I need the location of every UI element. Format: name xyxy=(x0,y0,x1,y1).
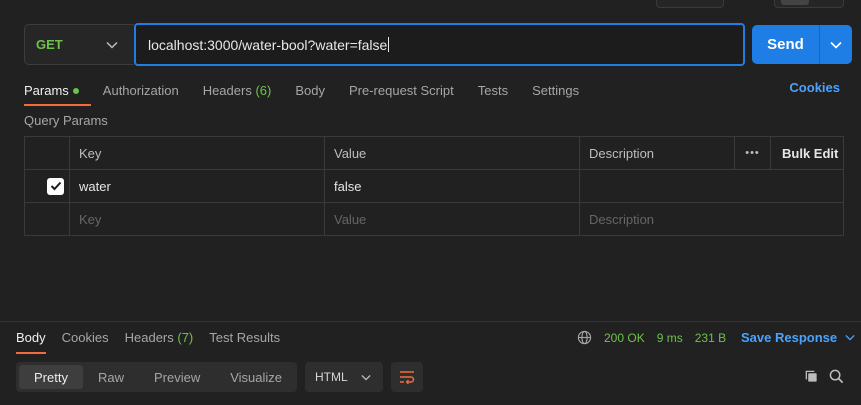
params-table-header: Key Value Description ••• Bulk Edit xyxy=(25,137,843,170)
response-divider[interactable] xyxy=(0,321,861,322)
url-text: localhost:3000/water-bool?water=false xyxy=(148,36,388,53)
tab-params-label: Params xyxy=(24,82,69,98)
new-param-description-input[interactable]: Description xyxy=(580,203,843,235)
response-tab-body[interactable]: Body xyxy=(16,330,46,354)
method-label: GET xyxy=(36,37,63,52)
tab-headers[interactable]: Headers (6) xyxy=(203,83,272,98)
tab-headers-label: Headers xyxy=(202,82,252,98)
send-dropdown-button[interactable] xyxy=(820,41,852,49)
response-tab-cookies-label: Cookies xyxy=(61,330,109,345)
checkmark-icon xyxy=(50,181,61,191)
chevron-down-icon xyxy=(106,41,118,49)
status-code[interactable]: 200 OK xyxy=(604,331,645,345)
value-column-header: Value xyxy=(325,137,580,169)
response-tab-body-label: Body xyxy=(16,330,46,345)
params-table: Key Value Description ••• Bulk Edit wate… xyxy=(24,136,844,236)
save-response-button[interactable]: Save Response xyxy=(741,330,855,345)
description-column-header: Description xyxy=(580,137,735,169)
new-param-checkbox-cell xyxy=(25,203,70,235)
format-label: HTML xyxy=(315,370,348,384)
response-tab-test-results[interactable]: Test Results xyxy=(209,330,280,345)
response-status-bar: 200 OK 9 ms 231 B xyxy=(577,330,738,345)
tab-pre-request-script[interactable]: Pre-request Script xyxy=(349,83,454,98)
new-param-key-input[interactable]: Key xyxy=(70,203,325,235)
top-toggle-partial[interactable] xyxy=(774,0,844,8)
text-caret xyxy=(388,37,390,52)
param-checkbox[interactable] xyxy=(47,177,64,195)
view-mode-selector: Pretty Raw Preview Visualize xyxy=(16,362,297,392)
param-description-input[interactable] xyxy=(580,170,843,202)
tab-tests-label: Tests xyxy=(477,82,509,98)
chevron-down-icon xyxy=(845,334,855,341)
search-icon[interactable] xyxy=(829,369,844,384)
wrap-lines-button[interactable] xyxy=(391,362,423,392)
response-time[interactable]: 9 ms xyxy=(657,331,683,345)
copy-icon[interactable] xyxy=(804,369,819,384)
chevron-down-icon xyxy=(361,374,371,381)
view-mode-raw[interactable]: Raw xyxy=(83,365,139,389)
format-select[interactable]: HTML xyxy=(305,362,383,392)
tab-pre-request-script-label: Pre-request Script xyxy=(348,82,454,98)
checkbox-column-header xyxy=(25,137,70,169)
more-options-icon[interactable]: ••• xyxy=(735,137,771,169)
method-select[interactable]: GET xyxy=(24,24,134,65)
new-param-value-input[interactable]: Value xyxy=(325,203,580,235)
tab-tests[interactable]: Tests xyxy=(478,83,508,98)
table-row-new: Key Value Description xyxy=(25,203,843,235)
chevron-down-icon xyxy=(830,41,842,49)
url-input[interactable]: localhost:3000/water-bool?water=false xyxy=(134,23,745,66)
headers-count: (6) xyxy=(255,82,272,98)
param-value-input[interactable]: false xyxy=(325,170,580,202)
view-mode-visualize[interactable]: Visualize xyxy=(215,365,297,389)
cookies-link[interactable]: Cookies xyxy=(789,80,840,95)
params-active-dot xyxy=(72,88,79,95)
globe-icon[interactable] xyxy=(577,330,592,345)
tab-settings[interactable]: Settings xyxy=(532,83,579,98)
save-response-label: Save Response xyxy=(741,330,838,345)
top-toolbar-button-partial[interactable] xyxy=(656,0,724,8)
tab-authorization[interactable]: Authorization xyxy=(103,83,179,98)
response-tab-cookies[interactable]: Cookies xyxy=(62,330,109,345)
view-mode-preview[interactable]: Preview xyxy=(139,365,215,389)
send-button[interactable]: Send xyxy=(752,36,819,53)
view-mode-pretty[interactable]: Pretty xyxy=(19,365,83,389)
tab-params[interactable]: Params xyxy=(24,82,91,106)
toggle-knob xyxy=(781,0,809,5)
tab-body[interactable]: Body xyxy=(295,83,325,98)
wrap-lines-icon xyxy=(400,371,415,384)
tab-authorization-label: Authorization xyxy=(102,82,179,98)
response-headers-count: (7) xyxy=(177,330,194,345)
request-tabs: Params Authorization Headers (6) Body Pr… xyxy=(24,80,603,106)
response-tab-test-results-label: Test Results xyxy=(209,330,281,345)
response-tab-headers-label: Headers xyxy=(124,330,174,345)
bulk-edit-button[interactable]: Bulk Edit xyxy=(771,137,843,169)
query-params-label: Query Params xyxy=(24,113,108,128)
response-size[interactable]: 231 B xyxy=(695,331,726,345)
table-row: water false xyxy=(25,170,843,203)
tab-settings-label: Settings xyxy=(532,82,580,98)
response-tab-headers[interactable]: Headers (7) xyxy=(125,330,194,345)
tab-body-label: Body xyxy=(295,82,325,98)
send-button-group[interactable]: Send xyxy=(752,25,852,64)
param-checkbox-cell xyxy=(25,170,70,202)
param-key-input[interactable]: water xyxy=(70,170,325,202)
key-column-header: Key xyxy=(70,137,325,169)
response-tabs: Body Cookies Headers (7) Test Results xyxy=(16,330,296,354)
